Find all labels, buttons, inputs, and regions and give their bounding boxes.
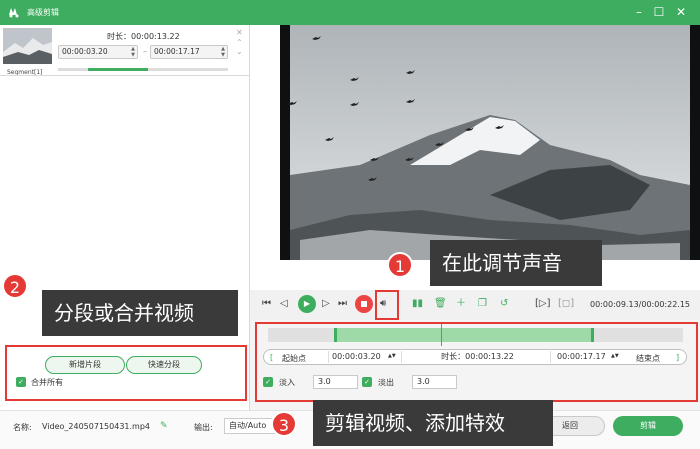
frame-forward-icon[interactable]: ▷ [322,298,330,310]
title-bar: 高级剪辑 – ☐ ✕ [0,0,700,25]
playback-controls: ⏮ ◁ ▶ ▷ ⏭ 🔊︎ ▮▮ 🗑︎ ＋ ❐ ↺ [▷] [◻] 00:00:0… [250,290,700,320]
segment-duration: 时长：00:00:13.22 [107,31,180,42]
range-dash: – [143,47,147,56]
duration-value: 00:00:13.22 [131,32,180,41]
spinner-icon[interactable]: ⌃ [236,38,243,47]
callout-number-2: 2 [2,273,28,299]
window-title: 高级剪辑 [27,8,59,17]
spinner-icon[interactable]: ▲▼ [131,46,135,58]
spinner-icon[interactable]: ⌄ [236,47,243,56]
edit-button[interactable]: 剪辑 [613,416,683,436]
skip-to-end-icon[interactable]: ⏭ [338,298,347,310]
segment-end-value: 00:00:17.17 [154,47,200,56]
callout-3: 剪辑视频、添加特效 [313,400,553,446]
app-logo-icon [9,8,19,18]
add-icon[interactable]: ＋ [456,298,466,310]
minimize-icon[interactable]: – [631,4,647,20]
divider [0,75,250,76]
volume-highlight [375,290,399,320]
callout-1: 在此调节声音 [430,240,602,286]
skip-to-start-icon[interactable]: ⏮ [262,298,271,310]
copy-icon[interactable]: ❐ [478,298,487,310]
file-name: Video_240507150431.mp4 [42,422,150,431]
callout-2: 分段或合并视频 [42,290,238,336]
spinner-icon[interactable]: ▲▼ [221,46,225,58]
delete-icon[interactable]: 🗑︎ [434,298,447,310]
merge-all-label: 合并所有 [31,378,63,387]
new-segment-button[interactable]: 新增片段 [45,356,125,374]
playback-timecode: 00:00:09.13/00:00:22.15 [590,300,690,309]
output-label: 输出: [194,423,213,432]
segment-start-field[interactable]: 00:00:03.20 ▲ ▼ [58,45,138,59]
split-icon[interactable]: ▮▮ [412,298,423,310]
mark-in-icon[interactable]: [▷] [535,298,551,310]
frame-back-icon[interactable]: ◁ [280,298,288,310]
callout-number-1: 1 [387,252,413,278]
stop-button[interactable] [355,295,373,313]
segment-start-value: 00:00:03.20 [62,47,108,56]
callout-number-3: 3 [271,411,297,437]
segment-thumbnail[interactable] [3,28,52,64]
remove-segment-icon[interactable]: ✕ [236,28,243,37]
maximize-icon[interactable]: ☐ [651,4,667,20]
video-preview[interactable] [280,25,700,260]
name-label: 名称: [13,423,32,432]
play-button[interactable]: ▶ [298,295,316,313]
close-icon[interactable]: ✕ [673,4,689,20]
segment-actions-highlight: 新增片段 快速分段 ✓ 合并所有 [5,345,247,401]
mark-out-icon[interactable]: [◻] [558,298,574,310]
reset-icon[interactable]: ↺ [500,298,508,310]
merge-all-checkbox[interactable]: ✓ [16,377,26,387]
quick-split-button[interactable]: 快速分段 [126,356,202,374]
segment-progress [58,68,228,71]
duration-label: 时长： [107,32,131,41]
pencil-icon[interactable]: ✎ [160,421,168,431]
segment-end-field[interactable]: 00:00:17.17 ▲ ▼ [150,45,228,59]
editor-highlight [255,322,698,402]
